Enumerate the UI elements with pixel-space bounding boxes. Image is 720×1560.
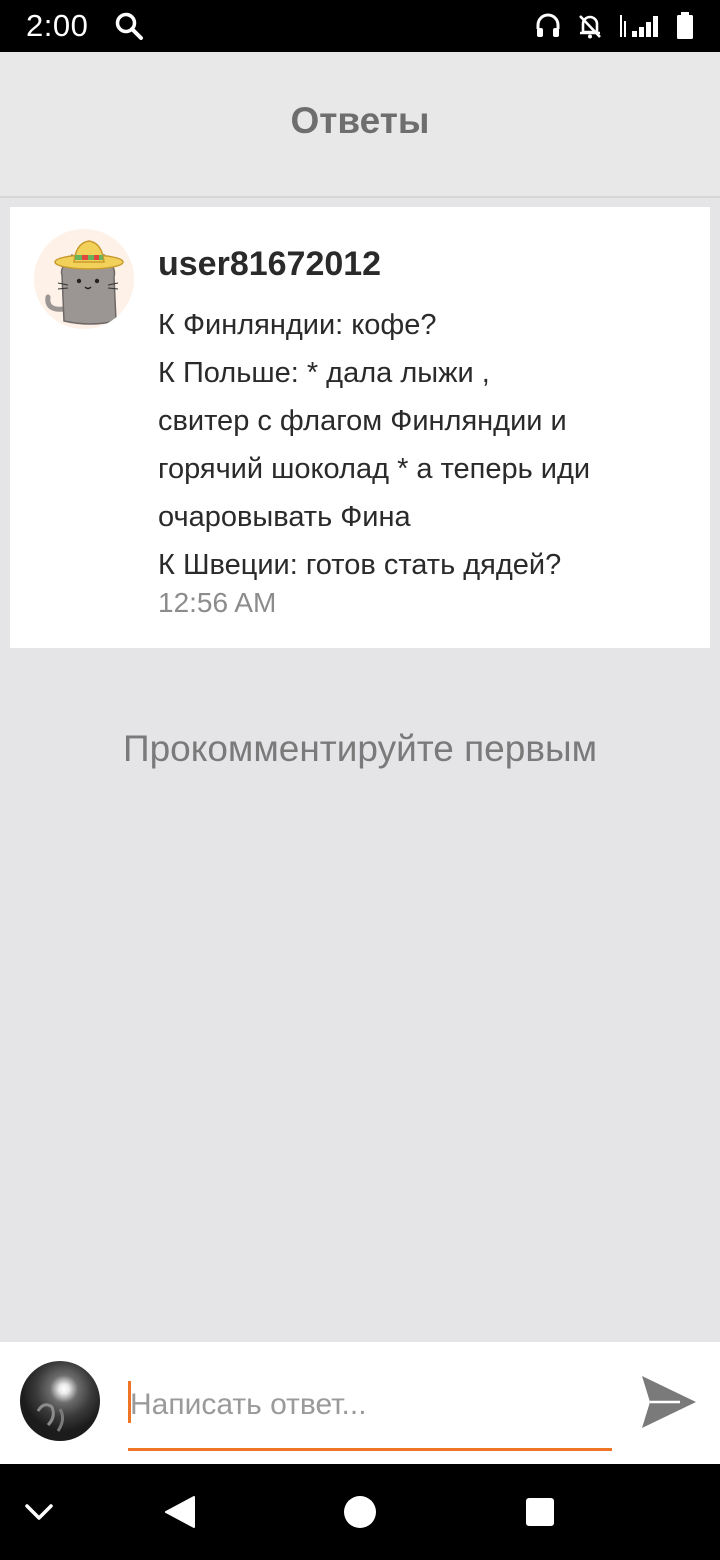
back-icon[interactable] <box>150 1464 210 1560</box>
battery-icon <box>676 12 694 45</box>
comment-line: очаровывать Фина <box>158 501 411 533</box>
comment-line: К Швеции: готов стать дядей? <box>158 549 562 581</box>
search-icon <box>114 11 144 46</box>
reply-input[interactable] <box>128 1376 610 1434</box>
cat-avatar-image <box>34 229 134 329</box>
comment-text: К Финляндии: кофе? К Польше: * дала лыжи… <box>158 301 678 589</box>
comment-line: К Финляндии: кофе? <box>158 309 437 341</box>
send-icon <box>642 1376 696 1428</box>
recents-icon[interactable] <box>510 1464 570 1560</box>
page-title: Ответы <box>290 100 430 141</box>
comment-author[interactable]: user81672012 <box>158 245 381 284</box>
user-avatar-image <box>36 1403 65 1432</box>
signal-icon <box>618 13 662 44</box>
comment-line: свитер с флагом Финляндии и <box>158 405 567 437</box>
send-button[interactable] <box>640 1374 698 1430</box>
status-bar: 2:00 <box>0 0 720 52</box>
app-header: Ответы <box>0 52 720 198</box>
reply-field[interactable] <box>128 1370 612 1451</box>
comment-timestamp: 12:56 AM <box>158 587 277 618</box>
comment-line: К Польше: * дала лыжи , <box>158 357 490 389</box>
avatar[interactable] <box>20 1361 100 1441</box>
chevron-down-icon[interactable] <box>14 1464 64 1560</box>
empty-state-text: Прокомментируйте первым <box>122 728 598 769</box>
headset-icon <box>534 12 562 45</box>
comment-card: user81672012 К Финляндии: кофе? К Польше… <box>10 207 710 648</box>
home-icon[interactable] <box>330 1464 390 1560</box>
reply-bar <box>0 1342 720 1464</box>
status-time: 2:00 <box>26 8 89 43</box>
avatar[interactable] <box>34 229 134 329</box>
system-nav-bar <box>0 1464 720 1560</box>
comment-line: горячий шоколад * а теперь иди <box>158 453 591 485</box>
notifications-off-icon <box>576 12 604 45</box>
